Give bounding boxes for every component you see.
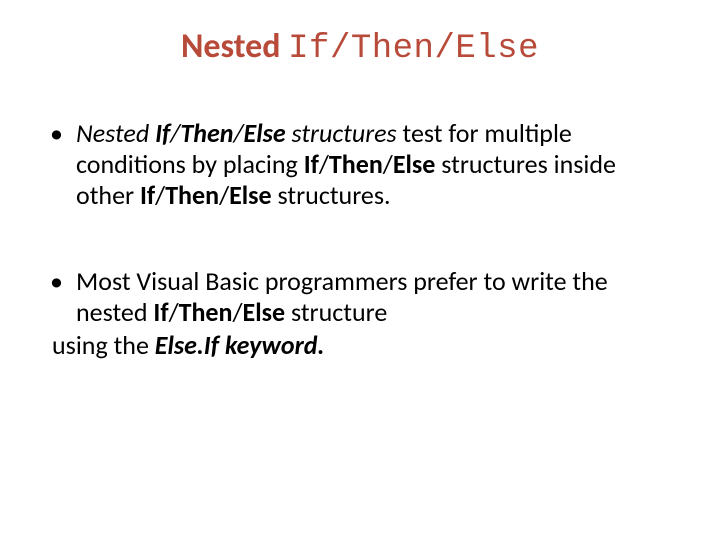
text: Else: [244, 117, 286, 149]
text: Else.If keyword.: [155, 329, 325, 361]
text: Else: [243, 296, 286, 328]
text: structures: [286, 117, 397, 149]
text: If: [153, 296, 168, 328]
title-word-nested: Nested: [181, 26, 288, 67]
text: structures.: [272, 179, 391, 211]
text: If: [304, 148, 319, 180]
title-code-ifthenelse: If/Then/Else: [288, 30, 539, 68]
bullet-2: Most Visual Basic programmers prefer to …: [50, 266, 670, 362]
text: Then: [179, 296, 233, 328]
text: /: [169, 296, 179, 328]
text: /: [155, 179, 165, 211]
text: Then: [180, 117, 233, 149]
text: If: [155, 117, 170, 149]
text: Nested: [76, 117, 155, 149]
bullet-2-line2: using the Else.If keyword.: [52, 330, 670, 361]
text: /: [232, 296, 242, 328]
text: /: [383, 148, 393, 180]
bullet-list: Nested If/Then/Else structures test for …: [50, 118, 670, 361]
text: /: [219, 179, 229, 211]
text: If: [140, 179, 155, 211]
text: Then: [329, 148, 383, 180]
text: using the: [52, 329, 155, 361]
slide-title: Nested If/Then/Else: [50, 26, 670, 68]
text: /: [233, 117, 243, 149]
bullet-1: Nested If/Then/Else structures test for …: [50, 118, 670, 212]
text: /: [319, 148, 329, 180]
text: Else: [229, 179, 272, 211]
text: structure: [285, 296, 387, 328]
text: Then: [165, 179, 219, 211]
text: Else: [393, 148, 436, 180]
text: /: [170, 117, 180, 149]
